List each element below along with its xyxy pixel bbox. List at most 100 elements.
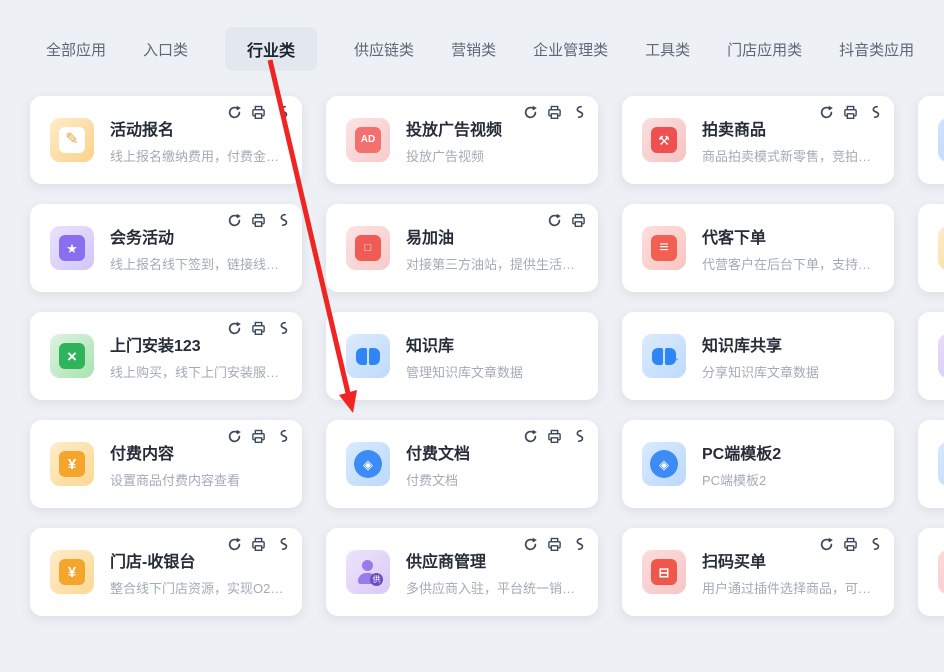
app-desc: PC端模板2 — [702, 470, 781, 489]
app-icon-glyph: ¥ — [68, 565, 76, 580]
app-title: PC端模板2 — [702, 440, 781, 464]
app-card-scan-pay[interactable]: ⊟ 扫码买单 用户通过插件选择商品，可以直接... — [622, 528, 894, 616]
printer-icon[interactable] — [547, 105, 562, 120]
app-desc: 线上报名缴纳费用，付费金额营销... — [110, 146, 286, 165]
tab-entry[interactable]: 入口类 — [143, 29, 188, 70]
app-title: 知识库 — [406, 332, 523, 356]
link-icon[interactable] — [275, 105, 290, 120]
app-icon-glyph: □ — [365, 243, 372, 254]
app-card-conference-activity[interactable]: ★ 会务活动 线上报名线下签到，链接线下活动。 — [30, 204, 302, 292]
app-card-supplier-mgmt[interactable]: 供 供应商管理 多供应商入驻，平台统一销售，商... — [326, 528, 598, 616]
refresh-icon[interactable] — [819, 105, 834, 120]
link-icon[interactable] — [275, 537, 290, 552]
tab-industry[interactable]: 行业类 — [225, 27, 317, 71]
link-icon[interactable] — [867, 105, 882, 120]
app-title: 付费文档 — [406, 440, 470, 464]
link-icon[interactable] — [275, 429, 290, 444]
refresh-icon[interactable] — [227, 429, 242, 444]
tab-douyin-apps[interactable]: 抖音类应用 — [839, 29, 914, 70]
app-icon: ≡ — [642, 226, 686, 270]
app-icon — [938, 550, 944, 594]
refresh-icon[interactable] — [819, 537, 834, 552]
tab-store-apps[interactable]: 门店应用类 — [727, 29, 802, 70]
printer-icon[interactable] — [547, 429, 562, 444]
app-icon: ⚒ — [642, 118, 686, 162]
app-icon: ⊟ — [642, 550, 686, 594]
app-card-knowledge-base[interactable]: 知识库 管理知识库文章数据 — [326, 312, 598, 400]
app-icon-glyph: → — [670, 354, 680, 364]
refresh-icon[interactable] — [523, 105, 538, 120]
link-icon[interactable] — [867, 537, 882, 552]
app-desc: 对接第三方油站，提供生活类服务。 — [406, 254, 582, 273]
app-icon: ✎ — [50, 118, 94, 162]
app-card-knowledge-share[interactable]: → 知识库共享 分享知识库文章数据 — [622, 312, 894, 400]
app-card-pc-template2[interactable]: ◈ PC端模板2 PC端模板2 — [622, 420, 894, 508]
app-card-paid-doc[interactable]: ◈ 付费文档 付费文档 — [326, 420, 598, 508]
tab-supply-chain[interactable]: 供应链类 — [354, 29, 414, 70]
printer-icon[interactable] — [251, 537, 266, 552]
app-card-onsite-install[interactable]: × 上门安装123 线上购买，线下上门安装服务，核... — [30, 312, 302, 400]
app-title: 付费内容 — [110, 440, 240, 464]
card-actions — [819, 105, 882, 120]
link-icon[interactable] — [275, 213, 290, 228]
tab-all-apps[interactable]: 全部应用 — [46, 29, 106, 70]
tab-enterprise-mgmt[interactable]: 企业管理类 — [533, 29, 608, 70]
printer-icon[interactable] — [843, 537, 858, 552]
app-icon-glyph: AD — [361, 135, 375, 145]
app-desc: 商品拍卖模式新零售，竞拍出价得... — [702, 146, 878, 165]
card-actions — [819, 537, 882, 552]
app-title: 投放广告视频 — [406, 116, 502, 140]
app-desc: 付费文档 — [406, 470, 470, 489]
tab-marketing[interactable]: 营销类 — [451, 29, 496, 70]
link-icon[interactable] — [571, 429, 586, 444]
refresh-icon[interactable] — [523, 537, 538, 552]
printer-icon[interactable] — [571, 213, 586, 228]
app-desc: 分享知识库文章数据 — [702, 362, 819, 381]
partial-app-card-1[interactable] — [918, 96, 944, 184]
app-icon — [346, 334, 390, 378]
link-icon[interactable] — [275, 321, 290, 336]
app-card-ad-video[interactable]: AD 投放广告视频 投放广告视频 — [326, 96, 598, 184]
printer-icon[interactable] — [843, 105, 858, 120]
refresh-icon[interactable] — [547, 213, 562, 228]
refresh-icon[interactable] — [523, 429, 538, 444]
app-card-store-cashier[interactable]: ¥ 门店-收银台 整合线下门店资源，实现O2O异业... — [30, 528, 302, 616]
app-card-paid-content[interactable]: ¥ 付费内容 设置商品付费内容查看 — [30, 420, 302, 508]
app-icon: ¥ — [50, 442, 94, 486]
card-actions — [523, 537, 586, 552]
partial-app-card-4[interactable] — [918, 420, 944, 508]
app-icon-glyph: ¥ — [68, 457, 76, 472]
app-desc: 线上报名线下签到，链接线下活动。 — [110, 254, 286, 273]
app-desc: 管理知识库文章数据 — [406, 362, 523, 381]
app-desc: 整合线下门店资源，实现O2O异业... — [110, 578, 286, 597]
printer-icon[interactable] — [251, 321, 266, 336]
app-icon-glyph: ◈ — [363, 458, 373, 471]
refresh-icon[interactable] — [227, 321, 242, 336]
app-icon-glyph: ★ — [66, 242, 78, 255]
printer-icon[interactable] — [251, 105, 266, 120]
app-icon: × — [50, 334, 94, 378]
partial-app-card-5[interactable] — [918, 528, 944, 616]
link-icon[interactable] — [571, 105, 586, 120]
app-card-yi-jiayou[interactable]: □ 易加油 对接第三方油站，提供生活类服务。 — [326, 204, 598, 292]
app-title: 知识库共享 — [702, 332, 819, 356]
app-icon: AD — [346, 118, 390, 162]
tab-tools[interactable]: 工具类 — [645, 29, 690, 70]
refresh-icon[interactable] — [227, 537, 242, 552]
printer-icon[interactable] — [547, 537, 562, 552]
refresh-icon[interactable] — [227, 213, 242, 228]
refresh-icon[interactable] — [227, 105, 242, 120]
app-desc: 设置商品付费内容查看 — [110, 470, 240, 489]
card-actions — [227, 321, 290, 336]
printer-icon[interactable] — [251, 429, 266, 444]
partial-app-card-2[interactable] — [918, 204, 944, 292]
printer-icon[interactable] — [251, 213, 266, 228]
app-card-auction-goods[interactable]: ⚒ 拍卖商品 商品拍卖模式新零售，竞拍出价得... — [622, 96, 894, 184]
app-card-activity-signup[interactable]: ✎ 活动报名 线上报名缴纳费用，付费金额营销... — [30, 96, 302, 184]
app-card-order-for-customer[interactable]: ≡ 代客下单 代营客户在后台下单，支持自营，... — [622, 204, 894, 292]
app-desc: 线上购买，线下上门安装服务，核... — [110, 362, 286, 381]
partial-app-card-3[interactable] — [918, 312, 944, 400]
link-icon[interactable] — [571, 537, 586, 552]
app-title: 代客下单 — [702, 224, 878, 248]
card-actions — [523, 105, 586, 120]
